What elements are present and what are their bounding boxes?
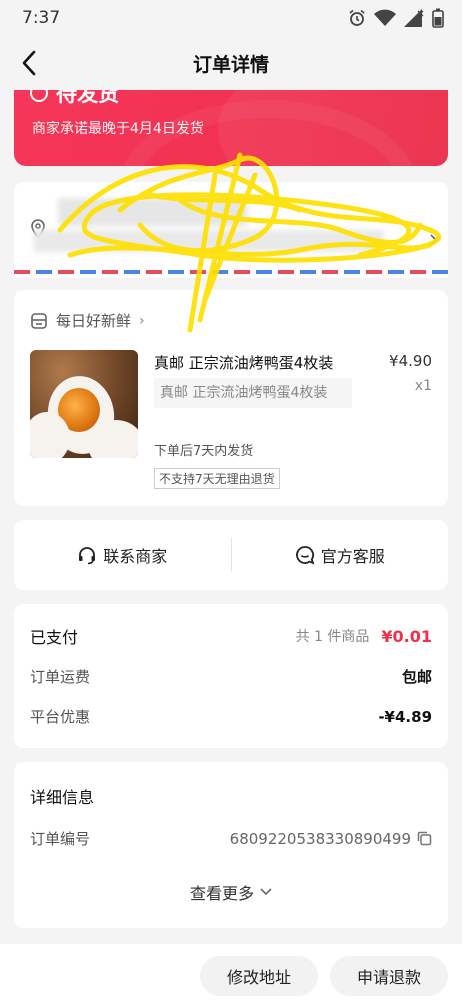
paid-row: 已支付 共 1 件商品 ¥0.01 — [30, 624, 432, 648]
view-more-button[interactable]: 查看更多 — [14, 880, 448, 904]
shipping-row: 订单运费 包邮 — [30, 666, 432, 687]
back-arrow-icon — [22, 50, 36, 76]
shop-icon — [31, 312, 47, 329]
bottom-action-bar: 修改地址 申请退款 — [0, 944, 462, 1004]
recipient-name-redacted — [58, 198, 248, 226]
contact-merchant-button[interactable]: 联系商家 — [14, 535, 231, 575]
order-status: 待发货 — [30, 90, 119, 108]
alarm-icon — [349, 9, 365, 26]
battery-icon — [432, 8, 444, 28]
detail-title: 详细信息 — [30, 788, 95, 807]
shop-name: 每日好新鲜 — [56, 312, 132, 330]
official-service-label: 官方客服 — [320, 547, 385, 566]
copy-icon — [417, 831, 432, 846]
paid-amount: ¥0.01 — [381, 626, 432, 646]
discount-label: 平台优惠 — [30, 708, 91, 726]
signal-icon — [404, 9, 424, 27]
official-service-button[interactable]: 官方客服 — [232, 535, 449, 575]
chevron-right-icon: › — [139, 312, 145, 329]
shop-link[interactable]: 每日好新鲜 › — [30, 310, 145, 331]
status-icons — [348, 8, 444, 28]
ship-promise-note: 商家承诺最晚于4月4日发货 — [32, 121, 204, 137]
no-return-tag: 不支持7天无理由退货 — [154, 468, 280, 489]
status-time: 7:37 — [22, 8, 61, 28]
request-refund-button[interactable]: 申请退款 — [330, 956, 448, 996]
product-spec: 真邮 正宗流油烤鸭蛋4枚装 — [154, 378, 352, 408]
order-number-label: 订单编号 — [30, 830, 91, 848]
chat-smile-icon — [295, 546, 315, 565]
discount-value: -¥4.89 — [378, 707, 432, 726]
address-card[interactable] — [14, 182, 448, 278]
order-number: 6809220538330890499 — [229, 829, 411, 848]
shipping-value: 包邮 — [401, 668, 432, 686]
status-bar: 7:37 — [0, 0, 462, 36]
recipient-address-redacted — [34, 230, 384, 252]
headset-icon — [79, 547, 96, 565]
wifi-icon — [374, 9, 396, 26]
copy-order-number[interactable]: 6809220538330890499 — [230, 830, 432, 848]
back-button[interactable] — [14, 48, 44, 78]
order-number-row: 订单编号 6809220538330890499 — [30, 828, 432, 849]
discount-row: 平台优惠 -¥4.89 — [30, 706, 432, 727]
payment-card: 已支付 共 1 件商品 ¥0.01 订单运费 包邮 平台优惠 -¥4.89 — [14, 604, 448, 748]
chevron-right-icon — [430, 234, 438, 246]
status-clock-icon — [30, 90, 48, 102]
product-thumbnail[interactable] — [30, 350, 138, 458]
order-status-label: 待发货 — [56, 90, 119, 106]
product-quantity: x1 — [414, 378, 432, 394]
airmail-border — [14, 270, 448, 274]
item-count: 共 1 件商品 — [295, 629, 370, 645]
detail-info-card: 详细信息 订单编号 6809220538330890499 查看更多 — [14, 762, 448, 928]
contact-card: 联系商家 官方客服 — [14, 520, 448, 590]
page-title: 订单详情 — [192, 53, 269, 76]
product-title[interactable]: 真邮 正宗流油烤鸭蛋4枚装 — [154, 352, 333, 373]
chevron-down-icon — [260, 888, 272, 896]
view-more-label: 查看更多 — [189, 884, 254, 903]
product-price: ¥4.90 — [389, 352, 432, 370]
ship-time-note: 下单后7天内发货 — [154, 444, 254, 459]
nav-bar: 订单详情 — [0, 36, 462, 90]
order-status-banner: 待发货 商家承诺最晚于4月4日发货 — [14, 90, 448, 166]
contact-merchant-label: 联系商家 — [103, 547, 168, 566]
modify-address-button[interactable]: 修改地址 — [200, 956, 318, 996]
paid-label: 已支付 — [30, 628, 79, 647]
shipping-label: 订单运费 — [30, 668, 91, 686]
product-card: 每日好新鲜 › 真邮 正宗流油烤鸭蛋4枚装 ¥4.90 x1 真邮 正宗流油烤鸭… — [14, 290, 448, 506]
